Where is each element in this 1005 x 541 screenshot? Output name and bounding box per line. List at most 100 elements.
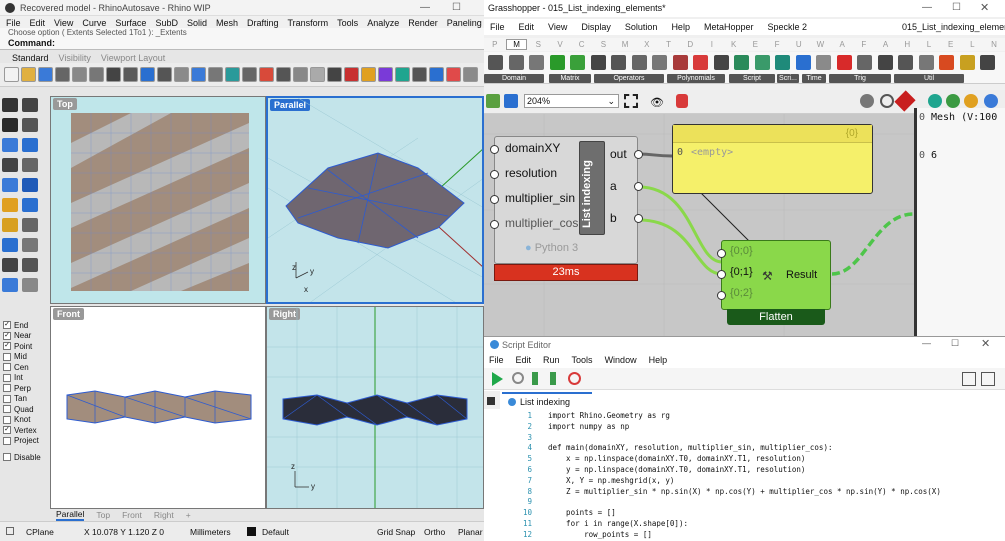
sketch-icon[interactable]	[676, 94, 688, 108]
osnap-checkbox[interactable]	[3, 352, 11, 361]
stop-debug-icon[interactable]	[568, 372, 581, 385]
status-ortho[interactable]: Ortho	[424, 527, 445, 537]
se-menu-item[interactable]: Help	[649, 355, 668, 365]
toolbar-tool-icon[interactable]	[463, 67, 478, 82]
toolbar-tool-icon[interactable]	[72, 67, 87, 82]
maximize-icon[interactable]: ☐	[452, 2, 461, 13]
rhino-menu-item[interactable]: Analyze	[367, 18, 399, 28]
toolbar-tool-icon[interactable]	[157, 67, 172, 82]
ribbon-group-label[interactable]: Scri...	[777, 74, 799, 83]
zoom-extents-icon[interactable]	[624, 94, 638, 108]
ribbon-component-icon[interactable]	[590, 55, 606, 70]
gh-menu-item[interactable]: Solution	[625, 22, 658, 32]
rhino-menu-item[interactable]: View	[54, 18, 73, 28]
rhino-menu-item[interactable]: Solid	[187, 18, 207, 28]
status-cplane[interactable]: CPlane	[26, 527, 54, 537]
left-tool-icon[interactable]	[2, 178, 18, 192]
rhino-menu-item[interactable]: Edit	[30, 18, 46, 28]
flatten-input-port[interactable]	[717, 249, 726, 258]
toolbar-tab[interactable]: Viewport Layout	[101, 53, 165, 63]
status-units[interactable]: Millimeters	[190, 527, 231, 537]
status-layer[interactable]: Default	[262, 527, 289, 537]
gh-minimize-icon[interactable]: —	[922, 2, 932, 13]
python-input-port[interactable]	[490, 195, 499, 204]
ribbon-component-icon[interactable]	[816, 55, 831, 70]
ribbon-component-icon[interactable]	[898, 55, 913, 70]
status-planar[interactable]: Planar	[458, 527, 483, 537]
osnap-item[interactable]: Project	[0, 436, 48, 447]
rhino-menu-item[interactable]: Paneling Tools	[447, 18, 484, 28]
view-tab[interactable]: Top	[96, 510, 110, 520]
gh-category-tab[interactable]: U	[788, 40, 810, 49]
ribbon-group-label[interactable]: Polynomials	[667, 74, 725, 83]
stop-icon[interactable]	[894, 90, 916, 112]
left-tool-icon[interactable]	[22, 158, 38, 172]
gh-menu-item[interactable]: File	[490, 22, 505, 32]
toolbar-tool-icon[interactable]	[21, 67, 36, 82]
osnap-item[interactable]: Perp	[0, 383, 48, 394]
gh-category-tab[interactable]: W	[810, 40, 832, 49]
ribbon-component-icon[interactable]	[672, 55, 688, 70]
gh-canvas[interactable]: domainXY resolution multiplier_sin multipli…	[484, 114, 914, 338]
left-tool-icon[interactable]	[22, 238, 38, 252]
toolbar-tool-icon[interactable]	[242, 67, 257, 82]
gh-category-tab[interactable]: D	[679, 40, 701, 49]
left-tool-icon[interactable]	[2, 118, 18, 132]
osnap-checkbox[interactable]	[3, 363, 11, 372]
ribbon-component-icon[interactable]	[980, 55, 995, 70]
save-file-icon[interactable]	[504, 94, 518, 108]
preview-mesh-icon[interactable]	[928, 94, 942, 108]
layout-icon[interactable]	[6, 527, 14, 535]
se-menu-item[interactable]: Edit	[516, 355, 532, 365]
osnap-item[interactable]: Cen	[0, 362, 48, 373]
flatten-input-port[interactable]	[717, 270, 726, 279]
rhino-menu-item[interactable]: SubD	[155, 18, 178, 28]
toolbar-tool-icon[interactable]	[276, 67, 291, 82]
osnap-checkbox[interactable]	[3, 373, 11, 382]
left-tool-icon[interactable]	[2, 238, 18, 252]
view-tab[interactable]: Parallel	[56, 509, 85, 521]
osnap-checkbox[interactable]: ✓	[3, 342, 11, 351]
ribbon-component-icon[interactable]	[775, 55, 790, 70]
preview-shaded-icon[interactable]	[946, 94, 960, 108]
left-tool-icon[interactable]	[2, 218, 18, 232]
se-maximize-icon[interactable]: ☐	[951, 338, 959, 349]
left-tool-icon[interactable]	[22, 278, 38, 292]
view-tab[interactable]: Front	[122, 510, 142, 520]
ribbon-component-icon[interactable]	[836, 55, 852, 70]
minimize-icon[interactable]: —	[420, 2, 430, 13]
osnap-item[interactable]: ✓ End	[0, 320, 48, 331]
toolbar-tool-icon[interactable]	[378, 67, 393, 82]
gh-category-tab[interactable]: E	[744, 40, 766, 49]
toolbar-tool-icon[interactable]	[123, 67, 138, 82]
gh-menu-item[interactable]: Speckle 2	[767, 22, 807, 32]
toolbar-tool-icon[interactable]	[140, 67, 155, 82]
flatten-input-port[interactable]	[717, 291, 726, 300]
toolbar-tool-icon[interactable]	[174, 67, 189, 82]
osnap-item[interactable]: Quad	[0, 404, 48, 415]
osnap-checkbox[interactable]	[3, 384, 11, 393]
run-icon[interactable]	[492, 372, 503, 386]
flatten-component[interactable]: {0;0} {0;1} {0;2} ⚒ Result	[717, 240, 831, 310]
gh-category-tab[interactable]: H	[896, 40, 918, 49]
gh-category-tab[interactable]: S	[593, 40, 615, 49]
ribbon-component-icon[interactable]	[611, 55, 626, 70]
collapse-down-icon[interactable]	[981, 372, 995, 386]
rhino-menu-item[interactable]: Transform	[288, 18, 329, 28]
osnap-item[interactable]: Disable	[0, 452, 48, 463]
gh-menu-item[interactable]: MetaHopper	[704, 22, 754, 32]
left-tool-icon[interactable]	[22, 178, 38, 192]
se-menu-item[interactable]: File	[489, 355, 504, 365]
ribbon-component-icon[interactable]	[877, 55, 893, 70]
rhino-menu-item[interactable]: Curve	[82, 18, 106, 28]
ribbon-component-icon[interactable]	[918, 55, 934, 70]
command-line[interactable]: Command:	[0, 37, 484, 50]
osnap-item[interactable]: ✓ Vertex	[0, 425, 48, 436]
toolbar-tool-icon[interactable]	[106, 67, 121, 82]
viewport-top[interactable]: Top	[50, 96, 266, 304]
osnap-item[interactable]: ✓ Point	[0, 341, 48, 352]
view-tab[interactable]: Right	[154, 510, 174, 520]
osnap-checkbox[interactable]	[3, 405, 11, 414]
osnap-item[interactable]: Knot	[0, 415, 48, 426]
ribbon-group-label[interactable]: Operators	[594, 74, 664, 83]
